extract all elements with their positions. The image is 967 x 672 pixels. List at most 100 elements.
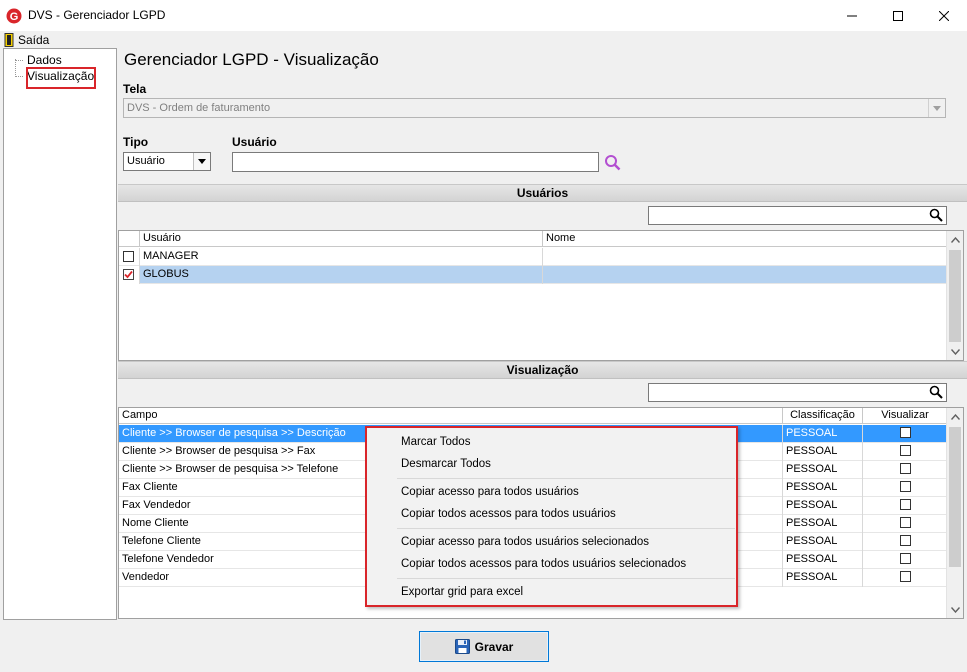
classificacao-cell: PESSOAL xyxy=(783,479,863,497)
tree-connector xyxy=(15,76,23,77)
floppy-disk-icon xyxy=(454,639,470,654)
scroll-up-arrow[interactable] xyxy=(947,231,963,248)
visualizar-cell xyxy=(863,461,947,479)
chevron-down-icon xyxy=(951,348,960,355)
classificacao-cell: PESSOAL xyxy=(783,497,863,515)
maximize-icon xyxy=(893,10,903,21)
menu-item-copiar-acesso-todos[interactable]: Copiar acesso para todos usuários xyxy=(401,486,579,498)
maximize-button[interactable] xyxy=(875,0,921,31)
menu-item-marcar-todos[interactable]: Marcar Todos xyxy=(401,436,470,448)
classificacao-cell: PESSOAL xyxy=(783,551,863,569)
scroll-up-arrow[interactable] xyxy=(947,408,963,425)
visualizar-checkbox[interactable] xyxy=(900,481,911,492)
scroll-thumb[interactable] xyxy=(949,250,961,342)
minimize-button[interactable] xyxy=(829,0,875,31)
row-checkbox-cell xyxy=(119,266,140,284)
exit-menu-item[interactable]: Saída xyxy=(4,32,49,47)
menu-item-copiar-todos-acessos-todos[interactable]: Copiar todos acessos para todos usuários xyxy=(401,508,616,520)
window-title: DVS - Gerenciador LGPD xyxy=(28,8,166,22)
chevron-down-icon xyxy=(951,606,960,613)
column-header-campo[interactable]: Campo xyxy=(119,408,783,424)
view-section-header: Visualização xyxy=(118,361,967,379)
visualizar-cell xyxy=(863,569,947,587)
nome-cell xyxy=(543,248,947,266)
menu-separator xyxy=(397,478,735,479)
classificacao-cell: PESSOAL xyxy=(783,461,863,479)
visualizar-cell xyxy=(863,533,947,551)
users-grid-scrollbar[interactable] xyxy=(946,231,963,360)
usuario-cell: GLOBUS xyxy=(140,266,543,284)
column-header-classificacao[interactable]: Classificação xyxy=(783,408,863,424)
svg-text:G: G xyxy=(10,11,19,23)
view-filter-input[interactable] xyxy=(648,383,947,402)
page-title: Gerenciador LGPD - Visualização xyxy=(124,50,379,69)
classificacao-cell: PESSOAL xyxy=(783,443,863,461)
chevron-up-icon xyxy=(951,413,960,420)
tela-label: Tela xyxy=(123,82,147,96)
scroll-thumb[interactable] xyxy=(949,427,961,567)
row-checkbox[interactable] xyxy=(123,251,134,262)
visualizar-checkbox[interactable] xyxy=(900,553,911,564)
chevron-down-icon xyxy=(193,153,210,170)
row-checkbox-cell xyxy=(119,248,140,266)
visualizar-checkbox[interactable] xyxy=(900,571,911,582)
menu-item-exportar-excel[interactable]: Exportar grid para excel xyxy=(401,586,523,598)
tipo-select[interactable]: Usuário xyxy=(123,152,211,171)
usuario-search-button[interactable] xyxy=(602,152,622,172)
tree-connector xyxy=(15,60,23,61)
visualizar-checkbox[interactable] xyxy=(900,535,911,546)
chevron-up-icon xyxy=(951,236,960,243)
app-logo-icon: G xyxy=(6,8,22,24)
tela-select-value: DVS - Ordem de faturamento xyxy=(127,102,271,114)
checkbox-column-header xyxy=(119,231,140,247)
search-icon xyxy=(929,208,943,222)
menu-item-copiar-acesso-selecionados[interactable]: Copiar acesso para todos usuários seleci… xyxy=(401,536,649,548)
menu-item-copiar-todos-acessos-selecionados[interactable]: Copiar todos acessos para todos usuários… xyxy=(401,558,686,570)
visualizar-checkbox[interactable] xyxy=(900,445,911,456)
table-row[interactable]: GLOBUS xyxy=(119,266,947,284)
usuario-input[interactable] xyxy=(232,152,599,172)
save-button[interactable]: Gravar xyxy=(419,631,549,662)
row-checkbox[interactable] xyxy=(123,269,134,280)
users-grid-header: Usuário Nome xyxy=(119,231,947,247)
usuario-label: Usuário xyxy=(232,135,277,149)
visualizar-cell xyxy=(863,425,947,443)
door-exit-icon xyxy=(4,32,14,47)
table-row[interactable]: MANAGER xyxy=(119,248,947,266)
save-button-label: Gravar xyxy=(474,639,514,654)
column-header-visualizar[interactable]: Visualizar xyxy=(863,408,947,424)
visualizar-checkbox[interactable] xyxy=(900,499,911,510)
selection-highlight xyxy=(26,67,96,89)
users-section-header: Usuários xyxy=(118,184,967,202)
menu-separator xyxy=(397,578,735,579)
column-header-usuario[interactable]: Usuário xyxy=(140,231,543,247)
visualizar-checkbox[interactable] xyxy=(900,463,911,474)
classificacao-cell: PESSOAL xyxy=(783,569,863,587)
classificacao-cell: PESSOAL xyxy=(783,533,863,551)
scroll-down-arrow[interactable] xyxy=(947,601,963,618)
classificacao-cell: PESSOAL xyxy=(783,515,863,533)
view-grid-scrollbar[interactable] xyxy=(946,408,963,618)
close-button[interactable] xyxy=(921,0,967,31)
chevron-down-icon xyxy=(928,99,945,117)
tipo-label: Tipo xyxy=(123,135,149,149)
column-header-nome[interactable]: Nome xyxy=(543,231,947,247)
checkmark-icon xyxy=(124,270,133,279)
users-grid: Usuário Nome MANAGER GLOBUS xyxy=(118,230,964,361)
tree-item-dados[interactable]: Dados xyxy=(25,53,64,67)
visualizar-checkbox[interactable] xyxy=(900,427,911,438)
menu-bar: Saída xyxy=(0,31,967,48)
scroll-down-arrow[interactable] xyxy=(947,343,963,360)
visualizar-checkbox[interactable] xyxy=(900,517,911,528)
menu-item-desmarcar-todos[interactable]: Desmarcar Todos xyxy=(401,458,491,470)
visualizar-cell xyxy=(863,497,947,515)
context-menu: Marcar Todos Desmarcar Todos Copiar aces… xyxy=(365,426,738,607)
visualizar-cell xyxy=(863,551,947,569)
minimize-icon xyxy=(847,15,857,16)
navigation-tree: Dados Visualização xyxy=(3,48,117,620)
users-filter-input[interactable] xyxy=(648,206,947,225)
menu-separator xyxy=(397,528,735,529)
visualizar-cell xyxy=(863,479,947,497)
close-icon xyxy=(939,10,949,21)
tela-select[interactable]: DVS - Ordem de faturamento xyxy=(123,98,946,118)
